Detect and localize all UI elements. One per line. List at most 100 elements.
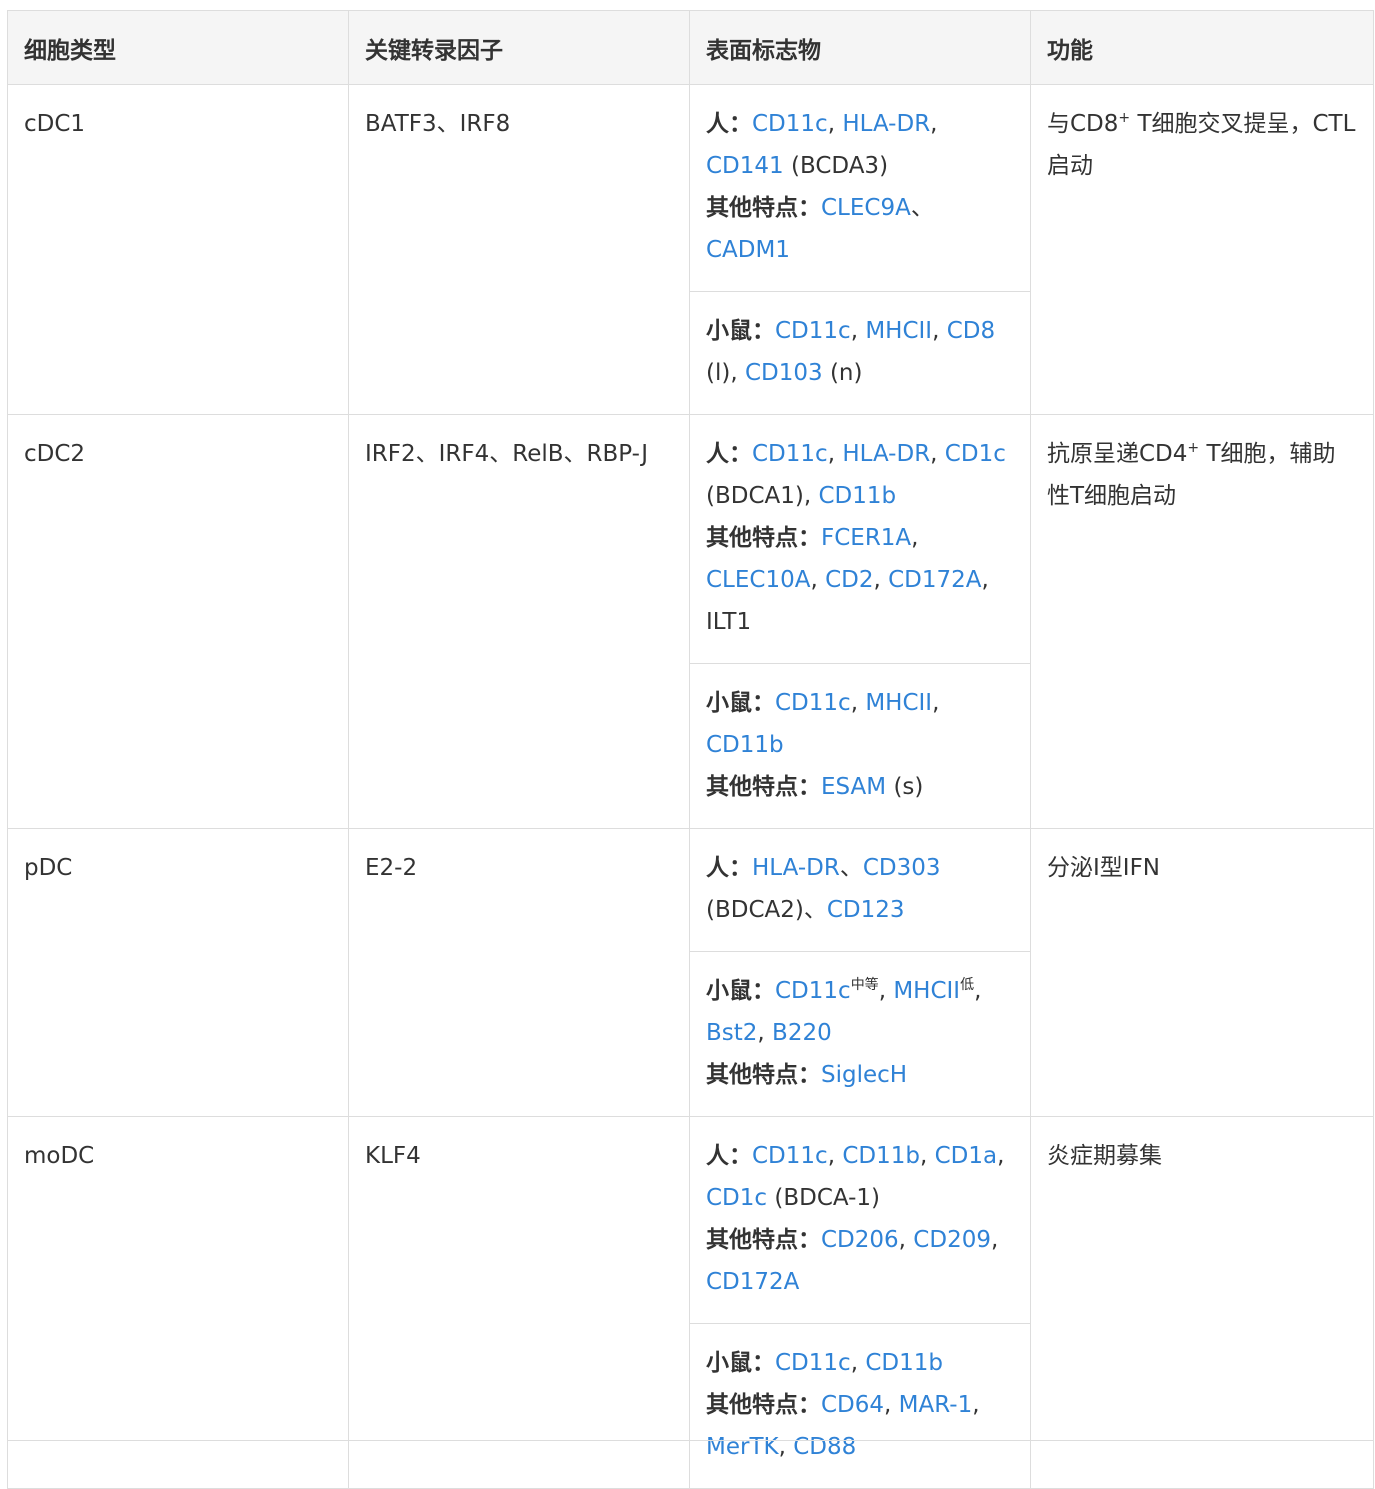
marker-line: 其他特点：FCER1A, CLEC10A, CD2, CD172A, ILT1: [706, 517, 1014, 643]
cell-type: pDC: [7, 828, 349, 1117]
dendritic-cell-table: 细胞类型 关键转录因子 表面标志物 功能 cDC1 BATF3、IRF8 人：C…: [7, 10, 1374, 1489]
marker-link[interactable]: CD11c: [752, 111, 828, 137]
marker-link[interactable]: CD64: [821, 1392, 884, 1418]
marker-separator: 、: [839, 855, 863, 881]
marker-link[interactable]: CD11c: [752, 1143, 828, 1169]
marker-separator: 、: [910, 195, 934, 221]
marker-link[interactable]: HLA-DR: [752, 855, 840, 881]
marker-superscript: 中等: [850, 977, 879, 993]
marker-link[interactable]: CD11b: [842, 1143, 920, 1169]
marker-link[interactable]: CD11c: [775, 978, 851, 1004]
marker-separator: ,: [873, 567, 889, 593]
marker-separator: ,: [919, 1143, 935, 1169]
marker-link[interactable]: CD206: [821, 1227, 899, 1253]
marker-link[interactable]: CD141: [706, 153, 784, 179]
function-superscript: +: [1187, 440, 1200, 456]
marker-link[interactable]: CD1c: [945, 441, 1006, 467]
marker-label: 人：: [706, 855, 752, 881]
marker-label: 人：: [706, 441, 752, 467]
marker-link[interactable]: CD88: [793, 1434, 856, 1460]
marker-link[interactable]: CD172A: [888, 567, 981, 593]
marker-link[interactable]: CD11c: [775, 318, 851, 344]
marker-line: 其他特点：CD206, CD209, CD172A: [706, 1219, 1014, 1303]
marker-link[interactable]: FCER1A: [821, 525, 911, 551]
marker-link[interactable]: MHCII: [865, 318, 932, 344]
marker-link[interactable]: ESAM: [821, 774, 886, 800]
marker-separator: ,: [850, 690, 866, 716]
marker-link[interactable]: MerTK: [706, 1434, 779, 1460]
transcription-factors: BATF3、IRF8: [348, 84, 690, 415]
marker-line: 人：CD11c, HLA-DR, CD141 (BCDA3): [706, 103, 1014, 187]
marker-label: 其他特点：: [706, 1392, 821, 1418]
marker-separator: ,: [990, 1227, 999, 1253]
function-cell: 分泌I型IFN: [1030, 828, 1374, 1117]
marker-link[interactable]: CD1a: [935, 1143, 998, 1169]
transcription-factors: IRF2、IRF4、RelB、RBP-J: [348, 414, 690, 829]
marker-link[interactable]: CLEC10A: [706, 567, 810, 593]
function-text: 抗原呈递CD4: [1047, 441, 1188, 467]
marker-separator: ,: [884, 1392, 899, 1418]
marker-link[interactable]: SiglecH: [821, 1062, 907, 1088]
marker-separator: ,: [878, 978, 894, 1004]
table-row-pdc: pDC E2-2 人：HLA-DR、CD303 (BDCA2)、CD123 小鼠：…: [7, 828, 1374, 1117]
cell-type: cDC2: [7, 414, 349, 829]
marker-superscript: 低: [960, 977, 975, 993]
marker-line: 小鼠：CD11c中等, MHCII低, Bst2, B220: [706, 970, 1014, 1054]
human-markers: 人：CD11c, HLA-DR, CD1c (BDCA1), CD11b 其他特点…: [690, 415, 1030, 663]
marker-link[interactable]: CD172A: [706, 1269, 799, 1295]
marker-link[interactable]: Bst2: [706, 1020, 757, 1046]
markers-cell: 人：CD11c, HLA-DR, CD141 (BCDA3) 其他特点：CLEC9…: [689, 84, 1031, 415]
marker-line: 人：CD11c, HLA-DR, CD1c (BDCA1), CD11b: [706, 433, 1014, 517]
marker-link[interactable]: CD11b: [818, 483, 896, 509]
marker-link[interactable]: CD1c: [706, 1185, 767, 1211]
marker-line: 其他特点：CLEC9A、 CADM1: [706, 187, 1014, 271]
table-header-row: 细胞类型 关键转录因子 表面标志物 功能: [7, 10, 1374, 85]
marker-link[interactable]: CADM1: [706, 237, 790, 263]
header-cell-type: 细胞类型: [7, 10, 349, 85]
marker-separator: (l),: [706, 360, 745, 386]
marker-link[interactable]: HLA-DR: [842, 441, 930, 467]
marker-link[interactable]: CD11c: [775, 690, 851, 716]
marker-link[interactable]: MHCII: [865, 690, 932, 716]
marker-separator: ,: [911, 525, 919, 551]
human-markers: 人：CD11c, CD11b, CD1a, CD1c (BDCA-1) 其他特点：…: [690, 1117, 1030, 1323]
human-markers: 人：CD11c, HLA-DR, CD141 (BCDA3) 其他特点：CLEC9…: [690, 85, 1030, 291]
markers-cell: 人：HLA-DR、CD303 (BDCA2)、CD123 小鼠：CD11c中等, …: [689, 828, 1031, 1117]
marker-link[interactable]: HLA-DR: [842, 111, 930, 137]
function-cell: 与CD8+ T细胞交叉提呈，CTL启动: [1030, 84, 1374, 415]
marker-line: 小鼠：CD11c, CD11b: [706, 1342, 1014, 1384]
header-transcription-factors: 关键转录因子: [348, 10, 690, 85]
marker-link[interactable]: B220: [772, 1020, 832, 1046]
marker-separator: ,: [757, 1020, 773, 1046]
marker-link[interactable]: CD8: [947, 318, 995, 344]
marker-link[interactable]: CD11b: [706, 732, 784, 758]
marker-separator: (BDCA2)、: [706, 897, 827, 923]
table-bottom-border: [7, 1440, 1373, 1441]
marker-link[interactable]: CD11c: [752, 441, 828, 467]
mouse-markers: 小鼠：CD11c, MHCII, CD8 (l), CD103 (n): [690, 291, 1030, 414]
marker-link[interactable]: CD103: [745, 360, 823, 386]
cell-type: cDC1: [7, 84, 349, 415]
marker-line: 其他特点：SiglecH: [706, 1054, 1014, 1096]
function-text: 炎症期募集: [1047, 1143, 1162, 1169]
marker-separator: ,: [932, 318, 947, 344]
markers-cell: 人：CD11c, CD11b, CD1a, CD1c (BDCA-1) 其他特点：…: [689, 1116, 1031, 1489]
marker-link[interactable]: CLEC9A: [821, 195, 911, 221]
function-cell: 炎症期募集: [1030, 1116, 1374, 1489]
table-row-cdc1: cDC1 BATF3、IRF8 人：CD11c, HLA-DR, CD141 (…: [7, 84, 1374, 415]
marker-link[interactable]: MHCII: [893, 978, 960, 1004]
marker-link[interactable]: CD11c: [775, 1350, 851, 1376]
marker-label: 其他特点：: [706, 774, 821, 800]
marker-link[interactable]: MAR-1: [899, 1392, 973, 1418]
marker-separator: ,: [827, 111, 843, 137]
marker-separator: ,: [997, 1143, 1005, 1169]
marker-link[interactable]: CD11b: [865, 1350, 943, 1376]
marker-link[interactable]: CD123: [827, 897, 905, 923]
marker-separator: (n): [822, 360, 863, 386]
marker-link[interactable]: CD303: [863, 855, 941, 881]
marker-label: 小鼠：: [706, 690, 775, 716]
marker-link[interactable]: CD209: [913, 1227, 991, 1253]
marker-separator: (s): [886, 774, 924, 800]
marker-label: 人：: [706, 111, 752, 137]
marker-link[interactable]: CD2: [825, 567, 873, 593]
